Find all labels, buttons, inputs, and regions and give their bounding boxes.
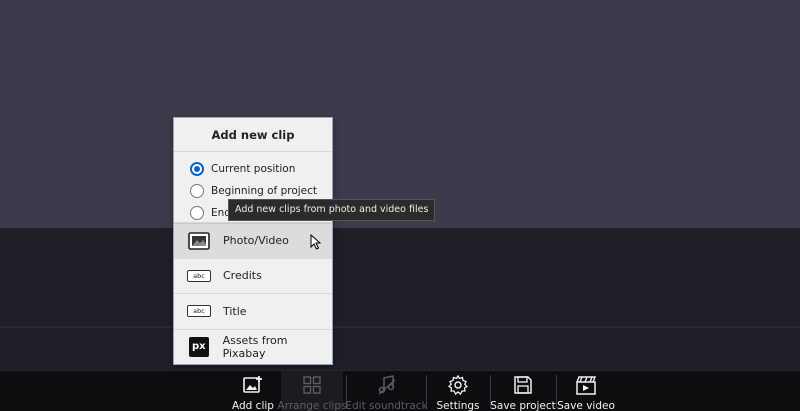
menu-item-label: Credits xyxy=(223,269,262,283)
settings-label: Settings xyxy=(436,400,480,411)
save-project-button[interactable]: Save project xyxy=(490,371,556,411)
music-note-icon xyxy=(376,374,398,396)
radio-label: Beginning of project xyxy=(211,185,318,197)
mouse-cursor-icon xyxy=(310,234,322,250)
image-icon xyxy=(186,231,212,251)
video-preview-area xyxy=(0,0,800,228)
radio-label: Current position xyxy=(211,163,296,175)
abc-icon: abc xyxy=(186,301,212,321)
film-clapper-icon xyxy=(575,374,597,396)
edit-soundtrack-button[interactable]: Edit soundtrack xyxy=(345,371,428,411)
bottom-toolbar: Add clip Arrange clips Edit soundtrack S… xyxy=(0,370,800,411)
settings-button[interactable]: Settings xyxy=(432,371,484,411)
floppy-disk-icon xyxy=(512,374,534,396)
add-new-clip-popup: Add new clip Current position Beginning … xyxy=(173,117,333,365)
toolbar-separator xyxy=(426,375,427,408)
radio-current-position[interactable]: Current position xyxy=(174,158,332,180)
save-video-button[interactable]: Save video xyxy=(557,371,615,411)
menu-item-photo-video[interactable]: Photo/Video xyxy=(174,223,332,259)
abc-icon-text: abc xyxy=(187,305,211,318)
menu-item-label: Photo/Video xyxy=(223,234,289,248)
arrange-clips-button[interactable]: Arrange clips xyxy=(278,371,346,411)
save-project-label: Save project xyxy=(490,400,556,411)
menu-item-label: Title xyxy=(223,304,247,318)
menu-item-title[interactable]: abc Title xyxy=(174,294,332,330)
menu-item-credits[interactable]: abc Credits xyxy=(174,259,332,294)
arrange-clips-label: Arrange clips xyxy=(277,400,347,411)
tooltip: Add new clips from photo and video files xyxy=(228,199,436,221)
add-clip-label: Add clip xyxy=(232,400,274,411)
popup-title: Add new clip xyxy=(174,118,332,152)
timeline-area[interactable] xyxy=(0,228,800,370)
radio-unchecked-icon[interactable] xyxy=(190,184,204,198)
abc-icon: abc xyxy=(186,266,212,286)
clip-type-list: Photo/Video abc Credits abc Title px Ass… xyxy=(174,223,332,365)
add-image-icon xyxy=(242,374,264,396)
save-video-label: Save video xyxy=(557,400,615,411)
abc-icon-text: abc xyxy=(187,269,211,282)
pixabay-icon: px xyxy=(186,337,212,358)
grid-icon xyxy=(301,374,323,396)
add-clip-button[interactable]: Add clip xyxy=(228,371,278,411)
radio-checked-icon[interactable] xyxy=(190,162,204,176)
menu-item-assets-from-pixabay[interactable]: px Assets from Pixabay xyxy=(174,330,332,366)
gear-icon xyxy=(447,374,469,396)
timeline-divider xyxy=(0,326,800,328)
radio-unchecked-icon[interactable] xyxy=(190,206,204,220)
pixabay-icon-text: px xyxy=(188,337,209,358)
menu-item-label: Assets from Pixabay xyxy=(222,334,288,361)
edit-soundtrack-label: Edit soundtrack xyxy=(345,400,428,411)
